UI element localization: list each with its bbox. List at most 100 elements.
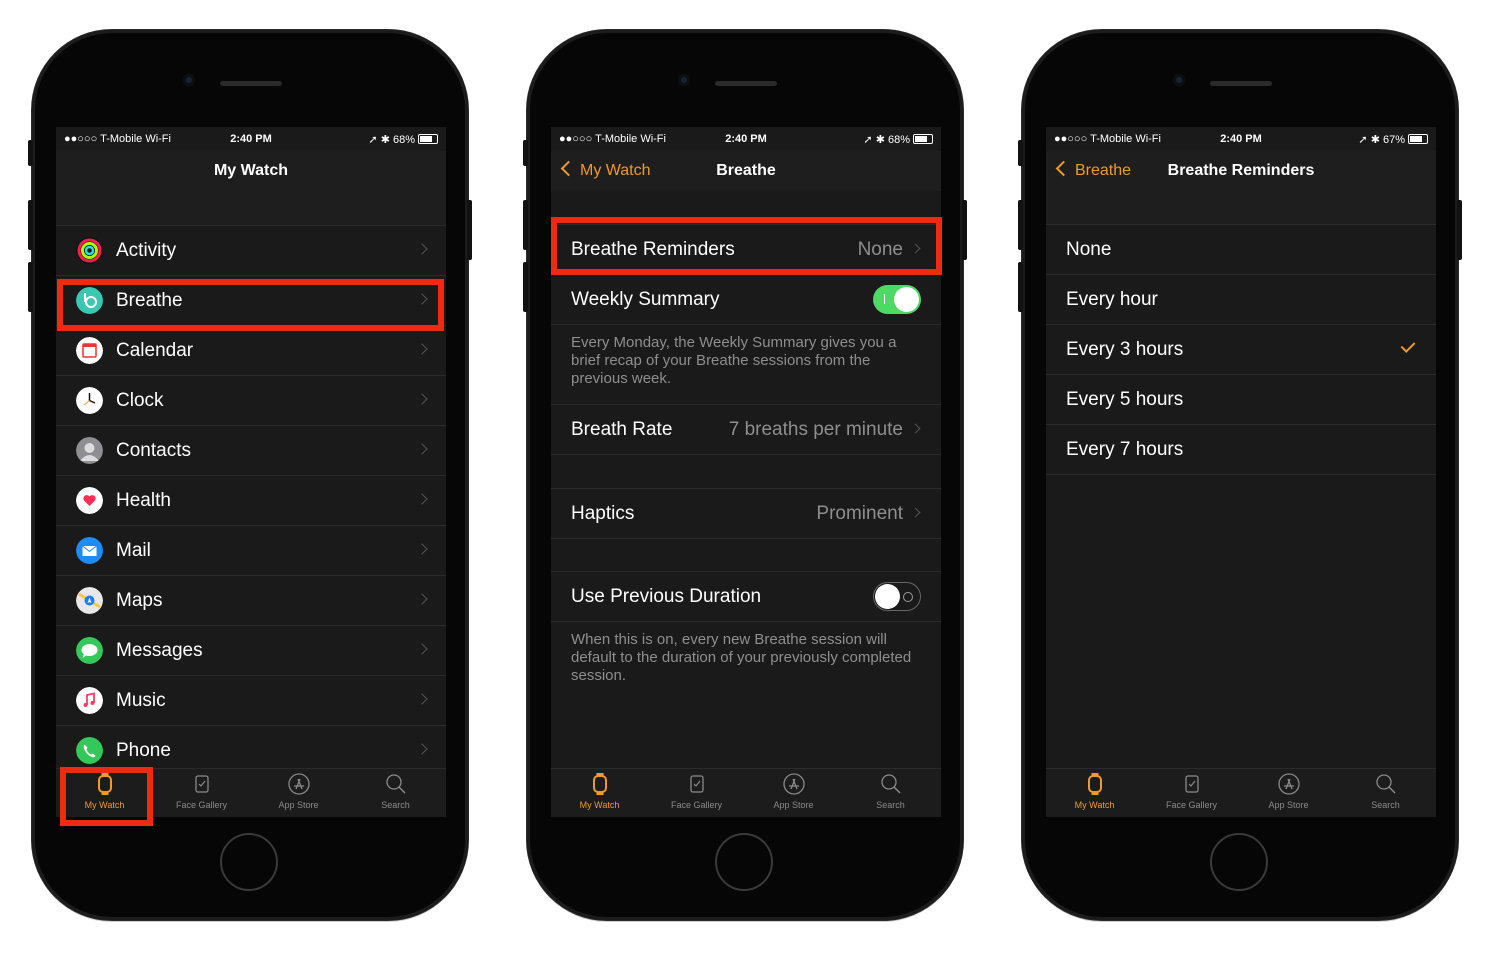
- option-label: None: [1066, 239, 1112, 260]
- chevron-right-icon: [416, 743, 428, 755]
- option-none[interactable]: None: [1046, 225, 1436, 275]
- home-button[interactable]: [220, 833, 278, 891]
- activity-icon: [76, 237, 103, 264]
- app-label: Mail: [116, 540, 151, 561]
- app-label: Maps: [116, 590, 163, 611]
- my-watch-icon: [1087, 773, 1102, 795]
- row-label: Breath Rate: [571, 419, 673, 440]
- tab-label: Face Gallery: [175, 800, 228, 810]
- row-label: Weekly Summary: [571, 289, 720, 310]
- screen: ●●○○○ T-Mobile Wi-Fi 2:40 PM ➚ ✱ 68% My …: [56, 127, 446, 817]
- status-bar: ●●○○○ T-Mobile Wi-Fi 2:40 PM ➚ ✱ 67%: [1046, 127, 1436, 151]
- option-label: Every hour: [1066, 289, 1158, 310]
- app-label: Activity: [116, 240, 177, 261]
- home-button[interactable]: [1210, 833, 1268, 891]
- phone-breathe-reminders: ●●○○○ T-Mobile Wi-Fi 2:40 PM ➚ ✱ 67% Bre…: [1018, 30, 1462, 920]
- tab-label: My Watch: [579, 800, 620, 810]
- chevron-right-icon: [416, 343, 428, 355]
- app-row-contacts[interactable]: Contacts: [56, 426, 446, 476]
- face-gallery-icon: [194, 775, 209, 793]
- breath-rate-row[interactable]: Breath Rate 7 breaths per minute: [551, 405, 941, 455]
- health-icon: [76, 487, 103, 514]
- tab-face-gallery[interactable]: Face Gallery: [1143, 773, 1240, 810]
- row-value: Prominent: [816, 503, 903, 524]
- nav-bar: My Watch: [56, 151, 446, 191]
- page-title: Breathe: [716, 162, 776, 179]
- tab-label: App Store: [773, 800, 814, 810]
- chevron-right-icon: [416, 393, 428, 405]
- option-label: Every 3 hours: [1066, 339, 1184, 360]
- tab-label: App Store: [1268, 800, 1309, 810]
- battery-status: ➚ ✱ 68%: [863, 133, 933, 146]
- tab-bar: My Watch Face Gallery App Store Search: [551, 768, 941, 817]
- tab-label: Search: [876, 800, 905, 810]
- tab-search[interactable]: Search: [842, 773, 939, 810]
- option-every-hour[interactable]: Every hour: [1046, 275, 1436, 325]
- page-title: Breathe Reminders: [1167, 162, 1315, 179]
- tab-app-store[interactable]: App Store: [250, 773, 347, 810]
- home-button[interactable]: [715, 833, 773, 891]
- page-title: My Watch: [213, 162, 289, 179]
- tab-search[interactable]: Search: [1337, 773, 1434, 810]
- earpiece-speaker: [1210, 81, 1272, 86]
- status-bar: ●●○○○ T-Mobile Wi-Fi 2:40 PM ➚ ✱ 68%: [56, 127, 446, 151]
- app-row-calendar[interactable]: Calendar: [56, 326, 446, 376]
- use-previous-duration-toggle[interactable]: [873, 582, 921, 611]
- search-icon: [1375, 774, 1396, 794]
- option-label: Every 5 hours: [1066, 389, 1184, 410]
- tab-face-gallery[interactable]: Face Gallery: [648, 773, 745, 810]
- weekly-summary-description: Every Monday, the Weekly Summary gives y…: [551, 325, 941, 405]
- weekly-summary-toggle[interactable]: [873, 285, 921, 314]
- app-row-activity[interactable]: Activity: [56, 226, 446, 276]
- calendar-icon: [76, 337, 103, 364]
- tab-app-store[interactable]: App Store: [745, 773, 842, 810]
- battery-percent: 67%: [1382, 134, 1405, 146]
- tab-search[interactable]: Search: [347, 773, 444, 810]
- tab-app-store[interactable]: App Store: [1240, 773, 1337, 810]
- option-every-5-hours[interactable]: Every 5 hours: [1046, 375, 1436, 425]
- battery-percent: 68%: [392, 134, 415, 146]
- app-row-mail[interactable]: Mail: [56, 526, 446, 576]
- row-value: 7 breaths per minute: [728, 419, 903, 440]
- battery-percent: 68%: [887, 134, 910, 146]
- search-icon: [385, 774, 406, 794]
- tab-my-watch[interactable]: My Watch: [1046, 773, 1143, 810]
- app-row-clock[interactable]: Clock: [56, 376, 446, 426]
- option-every-3-hours[interactable]: Every 3 hours: [1046, 325, 1436, 375]
- haptics-row[interactable]: Haptics Prominent: [551, 488, 941, 539]
- app-row-music[interactable]: Music: [56, 676, 446, 726]
- checkmark-icon: [1400, 338, 1416, 353]
- tab-bar: My Watch Face Gallery App Store Search: [1046, 768, 1436, 817]
- phone-breathe-settings: ●●○○○ T-Mobile Wi-Fi 2:40 PM ➚ ✱ 68% My …: [523, 30, 967, 920]
- face-gallery-icon: [1184, 775, 1199, 793]
- chevron-right-icon: [416, 593, 428, 605]
- highlight-my-watch-tab: [60, 767, 153, 826]
- maps-icon: [76, 587, 103, 614]
- chevron-right-icon: [416, 243, 428, 255]
- tab-label: Search: [1371, 800, 1400, 810]
- tab-label: My Watch: [1074, 800, 1115, 810]
- phone-icon: [76, 737, 103, 764]
- chevron-right-icon: [416, 543, 428, 555]
- app-store-icon: [782, 773, 805, 795]
- contacts-icon: [76, 437, 103, 464]
- battery-icon: [418, 134, 438, 144]
- reminder-options-list: None Every hour Every 3 hours Every 5 ho…: [1046, 224, 1436, 475]
- app-store-icon: [1277, 773, 1300, 795]
- app-label: Health: [116, 490, 171, 511]
- app-row-messages[interactable]: Messages: [56, 626, 446, 676]
- app-row-health[interactable]: Health: [56, 476, 446, 526]
- battery-icon: [1408, 134, 1428, 144]
- battery-status: ➚ ✱ 67%: [1358, 133, 1428, 146]
- app-label: Clock: [116, 390, 164, 411]
- chevron-right-icon: [416, 643, 428, 655]
- nav-bar: My Watch Breathe: [551, 151, 941, 191]
- app-label: Phone: [116, 740, 171, 761]
- option-every-7-hours[interactable]: Every 7 hours: [1046, 425, 1436, 475]
- option-label: Every 7 hours: [1066, 439, 1184, 460]
- tab-face-gallery[interactable]: Face Gallery: [153, 773, 250, 810]
- earpiece-speaker: [715, 81, 777, 86]
- app-row-maps[interactable]: Maps: [56, 576, 446, 626]
- highlight-breathe-reminders-row: [551, 217, 942, 275]
- tab-my-watch[interactable]: My Watch: [551, 773, 648, 810]
